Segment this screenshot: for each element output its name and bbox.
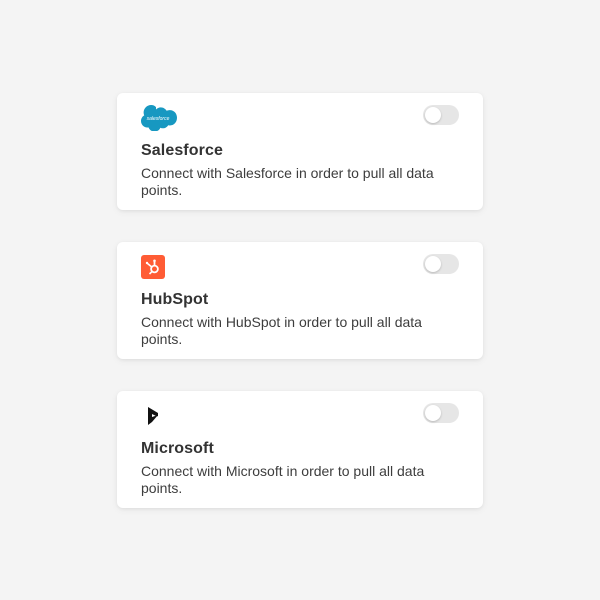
hubspot-toggle[interactable] [423, 254, 459, 274]
integration-description: Connect with HubSpot in order to pull al… [141, 314, 422, 347]
integration-description: Connect with Microsoft in order to pull … [141, 463, 425, 496]
microsoft-dynamics-logo-icon [148, 407, 158, 425]
toggle-knob [425, 405, 441, 421]
integration-title: HubSpot [141, 291, 209, 308]
integration-card-salesforce: salesforce Salesforce Connect with Sales… [117, 93, 483, 210]
integrations-list: salesforce Salesforce Connect with Sales… [117, 93, 483, 540]
integration-card-hubspot: HubSpot Connect with HubSpot in order to… [117, 242, 483, 359]
microsoft-toggle[interactable] [423, 403, 459, 423]
salesforce-logo-text: salesforce [147, 116, 170, 122]
integration-description: Connect with Salesforce in order to pull… [141, 165, 434, 198]
integration-title: Microsoft [141, 440, 214, 457]
integration-card-microsoft: Microsoft Connect with Microsoft in orde… [117, 391, 483, 508]
toggle-knob [425, 107, 441, 123]
salesforce-toggle[interactable] [423, 105, 459, 125]
integration-title: Salesforce [141, 142, 223, 159]
toggle-knob [425, 256, 441, 272]
salesforce-logo-icon: salesforce [141, 105, 177, 131]
hubspot-logo-icon [141, 255, 165, 279]
